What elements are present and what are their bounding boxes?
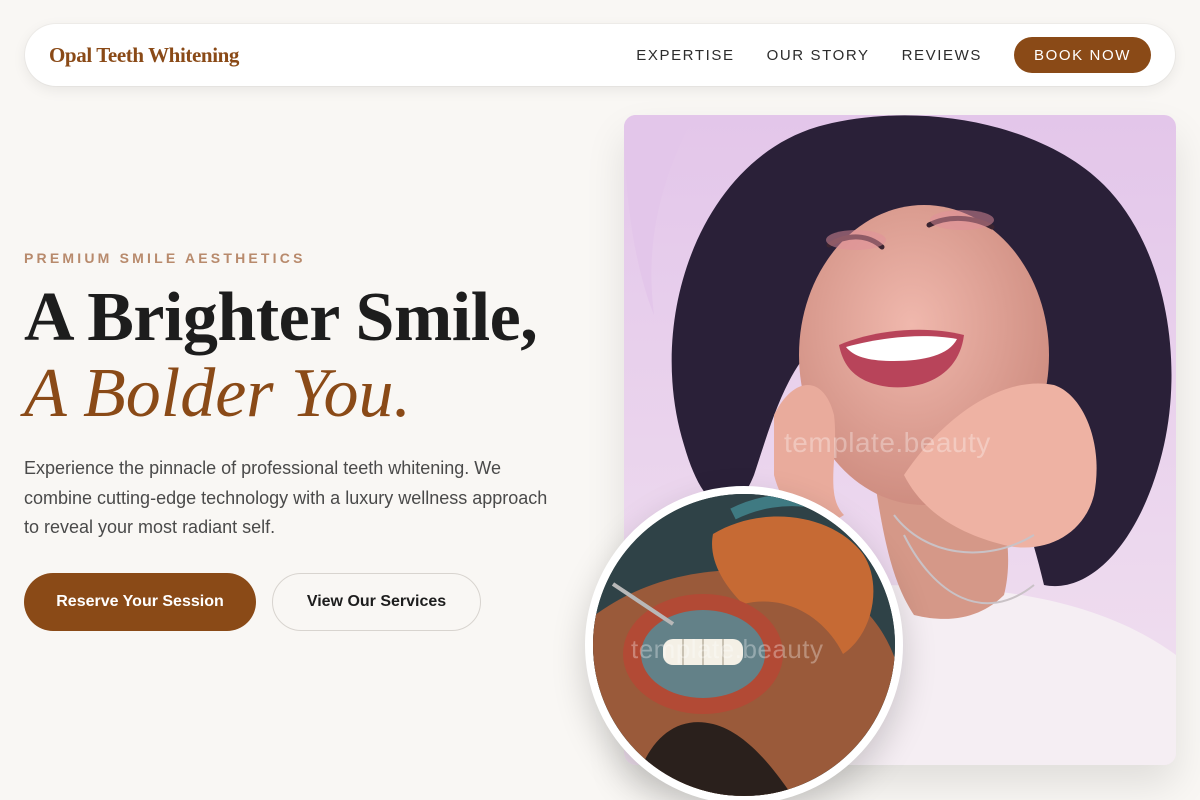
view-services-button[interactable]: View Our Services	[272, 573, 481, 631]
nav-links: EXPERTISE OUR STORY REVIEWS BOOK NOW	[636, 37, 1151, 73]
hero-description: Experience the pinnacle of professional …	[24, 458, 548, 537]
nav-link-reviews[interactable]: REVIEWS	[902, 47, 982, 64]
brand-logo[interactable]: Opal Teeth Whitening	[49, 43, 239, 68]
whitening-treatment-illustration	[593, 494, 895, 796]
hero-eyebrow: PREMIUM SMILE AESTHETICS	[24, 250, 306, 266]
book-now-button[interactable]: BOOK NOW	[1014, 37, 1151, 73]
hero-title-line2: A Bolder You.	[24, 355, 412, 432]
hero-title-line1: A Brighter Smile,	[24, 279, 538, 356]
reserve-session-button[interactable]: Reserve Your Session	[24, 573, 256, 631]
top-navigation: Opal Teeth Whitening EXPERTISE OUR STORY…	[25, 24, 1175, 86]
nav-link-our-story[interactable]: OUR STORY	[767, 47, 870, 64]
nav-link-expertise[interactable]: EXPERTISE	[636, 47, 734, 64]
inset-photo-whitening-treatment: template.beauty	[585, 486, 903, 800]
